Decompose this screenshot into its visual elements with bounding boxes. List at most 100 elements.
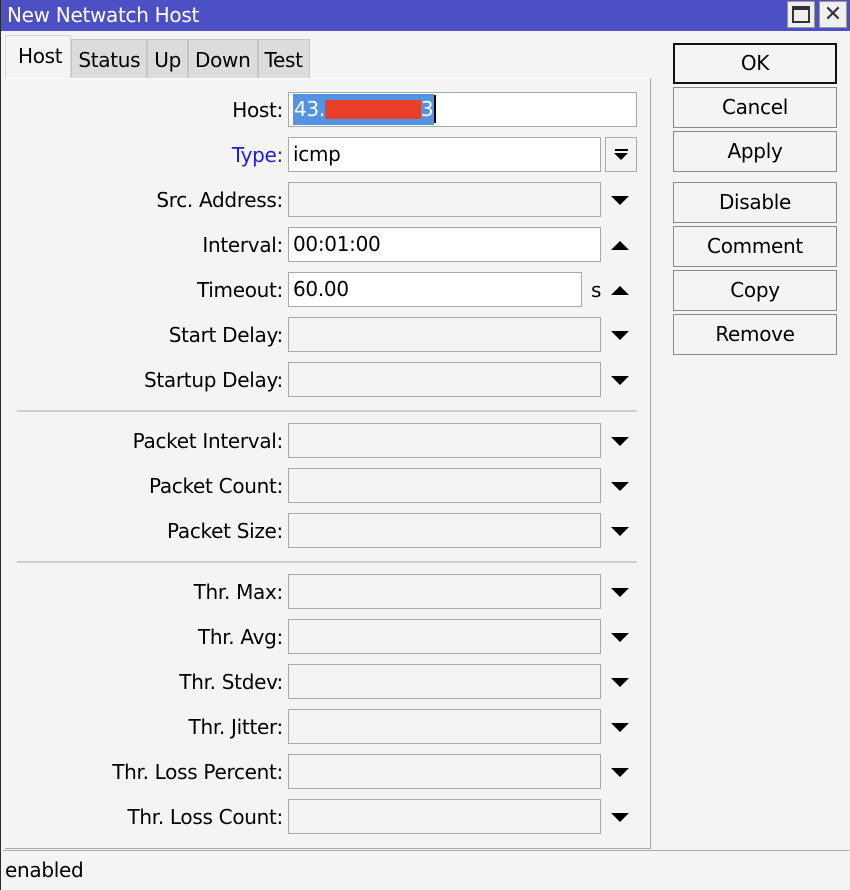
comment-button[interactable]: Comment — [673, 226, 837, 267]
start-delay-expand[interactable] — [609, 317, 631, 353]
interval-input[interactable]: 00:01:00 — [288, 227, 601, 262]
apply-button[interactable]: Apply — [673, 131, 837, 172]
tab-host[interactable]: Host — [5, 35, 72, 79]
host-value-suffix: 3 — [420, 97, 434, 121]
packet-interval-expand[interactable] — [609, 423, 631, 459]
triangle-down-icon — [611, 375, 629, 385]
close-icon: ✕ — [823, 1, 843, 27]
interval-label: Interval: — [202, 233, 283, 257]
type-label[interactable]: Type: — [232, 137, 283, 173]
type-select[interactable]: icmp — [288, 137, 601, 172]
thr-loss-count-label: Thr. Loss Count: — [127, 805, 283, 829]
timeout-label: Timeout: — [196, 278, 283, 302]
triangle-up-icon — [611, 240, 629, 250]
redaction-block — [324, 99, 421, 119]
arrow-down-icon — [614, 153, 628, 160]
thr-max-input[interactable] — [288, 574, 601, 609]
thr-stdev-input[interactable] — [288, 664, 601, 699]
thr-max-expand[interactable] — [609, 574, 631, 610]
thr-loss-count-row: Thr. Loss Count: — [5, 799, 651, 835]
thr-loss-percent-row: Thr. Loss Percent: — [5, 754, 651, 790]
src-address-label: Src. Address: — [156, 188, 283, 212]
packet-size-row: Packet Size: — [5, 513, 651, 549]
timeout-row: Timeout: 60.00 s — [5, 272, 651, 308]
text-caret — [434, 95, 437, 123]
packet-count-label: Packet Count: — [148, 474, 283, 498]
startup-delay-label: Startup Delay: — [143, 368, 283, 392]
triangle-up-icon — [611, 285, 629, 295]
window-title: New Netwatch Host — [7, 3, 200, 27]
interval-collapse[interactable] — [609, 227, 631, 263]
status-bar: enabled — [3, 850, 849, 888]
status-text: enabled — [5, 858, 84, 882]
interval-row: Interval: 00:01:00 — [5, 227, 651, 263]
disable-button[interactable]: Disable — [673, 182, 837, 223]
thr-loss-count-expand[interactable] — [609, 799, 631, 835]
packet-count-input[interactable] — [288, 468, 601, 503]
thr-jitter-input[interactable] — [288, 709, 601, 744]
startup-delay-row: Startup Delay: — [5, 362, 651, 398]
remove-button[interactable]: Remove — [673, 314, 837, 355]
thr-loss-percent-input[interactable] — [288, 754, 601, 789]
thr-jitter-label: Thr. Jitter: — [188, 715, 284, 739]
timeout-collapse[interactable] — [609, 272, 631, 308]
src-address-row: Src. Address: — [5, 182, 651, 218]
src-address-input[interactable] — [288, 182, 601, 217]
cancel-button[interactable]: Cancel — [673, 87, 837, 128]
thr-stdev-label: Thr. Stdev: — [179, 670, 283, 694]
startup-delay-expand[interactable] — [609, 362, 631, 398]
host-selected-text: 43. 3 — [293, 94, 435, 125]
triangle-down-icon — [611, 195, 629, 205]
tab-test[interactable]: Test — [257, 39, 310, 79]
triangle-down-icon — [611, 722, 629, 732]
dropdown-bar-icon — [614, 149, 628, 151]
thr-loss-percent-expand[interactable] — [609, 754, 631, 790]
maximize-icon — [792, 6, 810, 23]
triangle-down-icon — [611, 587, 629, 597]
host-row: Host: 43. 3 — [5, 92, 651, 128]
thr-avg-row: Thr. Avg: — [5, 619, 651, 655]
packet-interval-label: Packet Interval: — [132, 429, 284, 453]
start-delay-input[interactable] — [288, 317, 601, 352]
section-divider — [17, 410, 637, 412]
host-input[interactable]: 43. 3 — [288, 92, 637, 127]
type-dropdown-button[interactable] — [605, 137, 637, 172]
thr-jitter-expand[interactable] — [609, 709, 631, 745]
tab-bar: Host Status Up Down Test — [5, 35, 310, 79]
thr-loss-count-input[interactable] — [288, 799, 601, 834]
thr-jitter-row: Thr. Jitter: — [5, 709, 651, 745]
tab-up[interactable]: Up — [147, 39, 189, 79]
thr-stdev-expand[interactable] — [609, 664, 631, 700]
triangle-down-icon — [611, 677, 629, 687]
triangle-down-icon — [611, 632, 629, 642]
packet-size-label: Packet Size: — [167, 519, 283, 543]
thr-avg-label: Thr. Avg: — [197, 625, 283, 649]
packet-interval-input[interactable] — [288, 423, 601, 458]
section-divider — [17, 561, 637, 563]
packet-count-expand[interactable] — [609, 468, 631, 504]
src-address-expand[interactable] — [609, 182, 631, 218]
thr-stdev-row: Thr. Stdev: — [5, 664, 651, 700]
timeout-input[interactable]: 60.00 — [288, 272, 582, 307]
thr-loss-percent-label: Thr. Loss Percent: — [112, 760, 283, 784]
thr-avg-expand[interactable] — [609, 619, 631, 655]
host-value-prefix: 43. — [294, 97, 325, 121]
tab-status[interactable]: Status — [71, 39, 148, 79]
ok-button[interactable]: OK — [673, 43, 837, 84]
copy-button[interactable]: Copy — [673, 270, 837, 311]
packet-size-input[interactable] — [288, 513, 601, 548]
type-row: Type: icmp — [5, 137, 651, 173]
thr-max-label: Thr. Max: — [193, 580, 284, 604]
packet-size-expand[interactable] — [609, 513, 631, 549]
startup-delay-input[interactable] — [288, 362, 601, 397]
title-bar[interactable]: New Netwatch Host ✕ — [1, 0, 850, 31]
tab-down[interactable]: Down — [188, 39, 258, 79]
thr-avg-input[interactable] — [288, 619, 601, 654]
start-delay-row: Start Delay: — [5, 317, 651, 353]
packet-count-row: Packet Count: — [5, 468, 651, 504]
host-tab-panel: Host: 43. 3 Type: icmp Src. Address: Inte… — [5, 78, 651, 849]
maximize-button[interactable] — [787, 1, 815, 28]
close-button[interactable]: ✕ — [819, 1, 847, 28]
triangle-down-icon — [611, 767, 629, 777]
netwatch-host-dialog: New Netwatch Host ✕ Host Status Up Down … — [0, 0, 850, 890]
